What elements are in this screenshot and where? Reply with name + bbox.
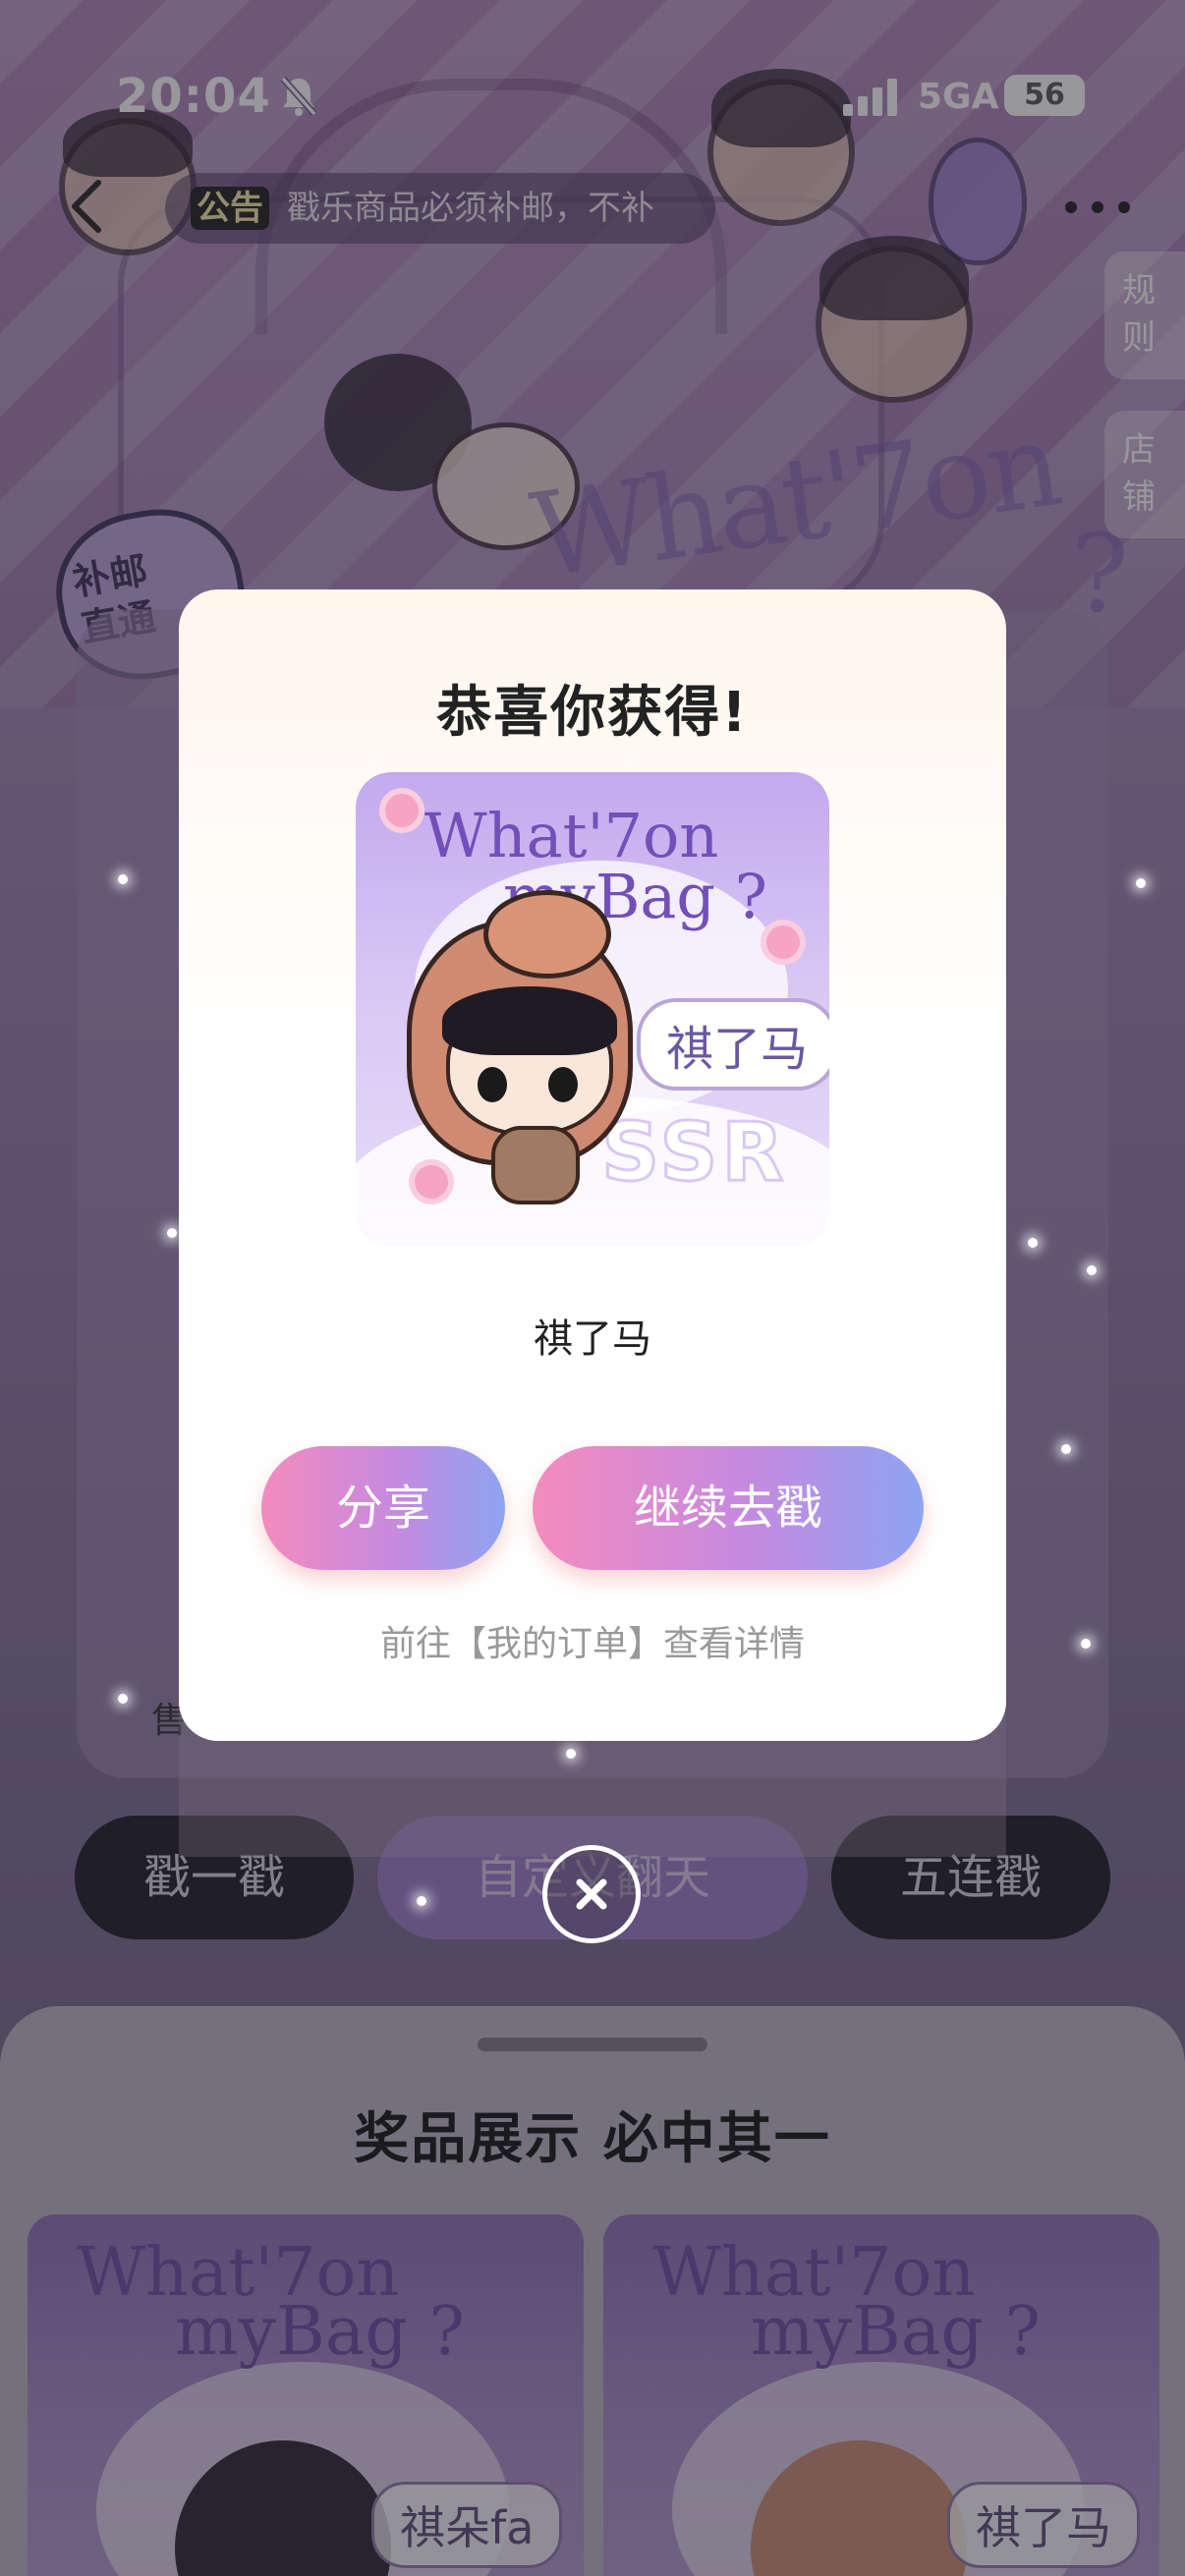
sparkle (118, 874, 128, 884)
sparkle (1136, 878, 1146, 888)
share-button[interactable]: 分享 (261, 1446, 505, 1570)
close-button[interactable] (542, 1845, 641, 1943)
sparkle (417, 1896, 426, 1906)
sparkle (1061, 1444, 1071, 1454)
chibi-hair (442, 986, 617, 1055)
sparkle (1028, 1238, 1038, 1248)
chibi-eye (548, 1067, 578, 1102)
sparkle (1087, 1265, 1097, 1275)
sparkle (566, 1749, 576, 1759)
modal-title: 恭喜你获得! (436, 681, 749, 745)
continue-draw-button[interactable]: 继续去戳 (533, 1446, 924, 1570)
sparkle (118, 1694, 128, 1704)
prize-image: What'7on myBag ? SSR 祺了马 (356, 772, 829, 1246)
rarity-watermark: SSR (600, 1105, 788, 1202)
prize-name-bubble: 祺了马 (637, 998, 829, 1091)
chibi-body (491, 1126, 580, 1204)
flower-decoration (766, 925, 800, 959)
flower-decoration (385, 794, 419, 827)
flower-decoration (415, 1165, 448, 1199)
prize-name: 祺了马 (534, 1316, 651, 1362)
order-details-link[interactable]: 前往【我的订单】查看详情 (179, 1615, 1006, 1666)
prize-result-modal: 恭喜你获得! What'7on myBag ? SSR 祺了马 祺了马 分享 继… (179, 589, 1006, 1741)
chibi-eye (478, 1067, 507, 1102)
sparkle (167, 1228, 177, 1238)
horse-ears-illustration (483, 890, 611, 979)
close-icon (576, 1878, 607, 1910)
sparkle (1081, 1639, 1091, 1649)
